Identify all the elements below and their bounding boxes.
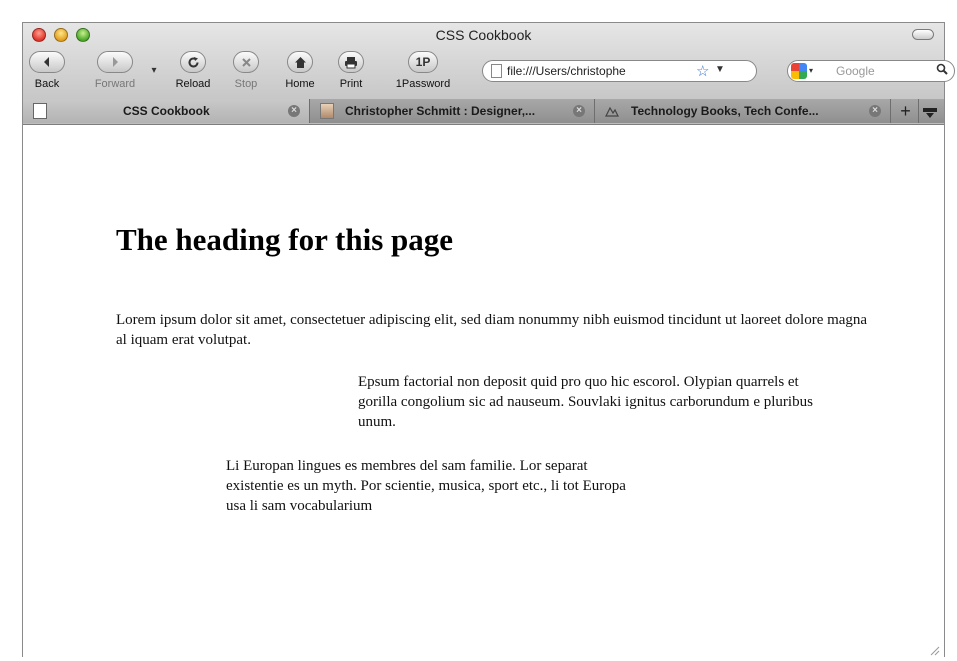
- back-button[interactable]: Back: [29, 51, 65, 90]
- home-label: Home: [285, 78, 315, 90]
- google-icon[interactable]: [791, 63, 807, 79]
- tab-close-icon[interactable]: ×: [869, 105, 881, 117]
- paragraph-europan: Li Europan lingues es membres del sam fa…: [226, 458, 626, 514]
- paragraph-lorem: Lorem ipsum dolor sit amet, consectetuer…: [116, 312, 868, 348]
- tab-close-icon[interactable]: ×: [573, 105, 585, 117]
- print-label: Print: [339, 78, 363, 90]
- onepassword-icon: 1P: [408, 51, 438, 73]
- reload-label: Reload: [175, 78, 211, 90]
- oreilly-favicon-icon: [605, 103, 619, 119]
- page-heading: The heading for this page: [116, 222, 454, 257]
- tab-christopher-schmitt[interactable]: Christopher Schmitt : Designer,... ×: [310, 99, 595, 123]
- search-box[interactable]: ▾ Google: [787, 60, 955, 82]
- search-placeholder: Google: [836, 64, 875, 78]
- reload-icon: [180, 51, 206, 73]
- resize-grip-icon[interactable]: [929, 643, 940, 656]
- portrait-favicon-icon: [320, 103, 334, 119]
- bookmark-star-icon[interactable]: ☆: [696, 62, 709, 80]
- tab-list-icon[interactable]: [923, 106, 937, 118]
- magnifier-icon[interactable]: [936, 63, 948, 78]
- new-tab-plus-icon[interactable]: +: [893, 99, 919, 123]
- page-content: The heading for this page Lorem ipsum do…: [23, 125, 944, 658]
- back-arrow-icon: [29, 51, 65, 73]
- title-bar: CSS Cookbook: [23, 23, 944, 47]
- tab-close-icon[interactable]: ×: [288, 105, 300, 117]
- tab-label: Technology Books, Tech Confe...: [631, 104, 819, 118]
- stop-label: Stop: [234, 78, 258, 90]
- back-label: Back: [34, 78, 60, 90]
- url-history-arrow-icon[interactable]: ▼: [715, 64, 725, 75]
- address-bar[interactable]: file:///Users/christophe ☆ ▼: [482, 60, 757, 82]
- tab-bar: CSS Cookbook × Christopher Schmitt : Des…: [23, 99, 944, 123]
- onepassword-label: 1Password: [395, 78, 451, 90]
- home-button[interactable]: Home: [281, 51, 319, 90]
- window-title: CSS Cookbook: [435, 27, 532, 43]
- tab-label: CSS Cookbook: [123, 104, 210, 118]
- tab-css-cookbook[interactable]: CSS Cookbook ×: [23, 99, 310, 123]
- print-button[interactable]: Print: [336, 51, 366, 90]
- stop-button[interactable]: Stop: [231, 51, 261, 90]
- printer-icon: [338, 51, 364, 73]
- browser-window: CSS Cookbook Back Forward ▾ Reload Stop …: [22, 22, 955, 658]
- forward-arrow-icon: [97, 51, 133, 73]
- tab-label: Christopher Schmitt : Designer,...: [345, 104, 536, 118]
- page-icon: [491, 64, 502, 78]
- paragraph-epsum: Epsum factorial non deposit quid pro quo…: [358, 374, 813, 430]
- tab-technology-books[interactable]: Technology Books, Tech Confe... ×: [595, 99, 891, 123]
- browser-chrome: CSS Cookbook Back Forward ▾ Reload Stop …: [23, 23, 955, 125]
- toolbar-toggle-button[interactable]: [912, 29, 934, 40]
- search-engine-arrow-icon[interactable]: ▾: [809, 66, 813, 75]
- blank-page-icon: [33, 103, 47, 119]
- reload-button[interactable]: Reload: [171, 51, 215, 90]
- history-menu-arrow-icon[interactable]: ▾: [149, 65, 159, 76]
- home-icon: [287, 51, 313, 73]
- stop-icon: [233, 51, 259, 73]
- forward-label: Forward: [94, 78, 136, 90]
- onepassword-button[interactable]: 1P 1Password: [389, 51, 457, 90]
- address-url[interactable]: file:///Users/christophe: [507, 64, 687, 78]
- forward-button[interactable]: Forward: [90, 51, 140, 90]
